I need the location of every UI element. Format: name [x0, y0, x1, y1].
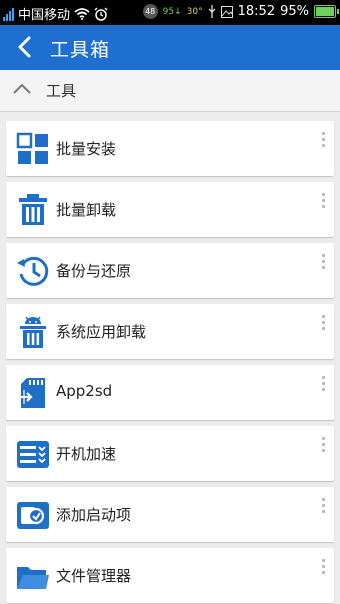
- more-vert-icon[interactable]: [322, 376, 326, 392]
- status-bar: 中国移动 48 95↓ 30° 18:52 95%: [0, 0, 340, 25]
- list-item-file-manager[interactable]: 文件管理器: [6, 548, 334, 603]
- restore-clock-icon: [17, 256, 49, 286]
- list-item-label: 批量卸载: [56, 201, 117, 219]
- usb-icon: [208, 5, 216, 18]
- notification-count-badge: 48: [142, 4, 158, 19]
- clock-time: 18:52: [237, 4, 276, 19]
- carrier-name: 中国移动: [18, 8, 71, 23]
- list-item-label: 批量安装: [56, 140, 117, 158]
- list-item-app2sd[interactable]: App2sd: [6, 365, 334, 420]
- list-item-label: 备份与还原: [56, 262, 132, 280]
- list-item-label: 文件管理器: [56, 567, 132, 585]
- net-speed-text: 95↓: [162, 6, 182, 17]
- list-item-backup-restore[interactable]: 备份与还原: [6, 243, 334, 298]
- trash-icon: [19, 194, 47, 225]
- temperature-text: 30°: [186, 6, 203, 17]
- battery-icon: [314, 5, 339, 18]
- list-item-label: 系统应用卸载: [56, 323, 147, 341]
- back-arrow-icon[interactable]: [13, 35, 37, 59]
- more-vert-icon[interactable]: [322, 498, 326, 514]
- more-vert-icon[interactable]: [322, 254, 326, 270]
- section-label: 工具: [46, 82, 77, 100]
- boost-list-icon: [17, 441, 49, 468]
- more-vert-icon[interactable]: [322, 193, 326, 209]
- android-trash-icon: [20, 316, 46, 348]
- list-item-add-startup[interactable]: 添加启动项: [6, 487, 334, 542]
- page-title: 工具箱: [50, 39, 111, 61]
- image-notification-icon: [220, 5, 233, 18]
- list-item-label: App2sd: [56, 382, 113, 400]
- list-item-system-app-uninstall[interactable]: 系统应用卸载: [6, 304, 334, 359]
- list-item-boot-speedup[interactable]: 开机加速: [6, 426, 334, 481]
- grid-icon: [16, 132, 48, 164]
- list-item-label: 开机加速: [56, 445, 117, 463]
- more-vert-icon[interactable]: [322, 132, 326, 148]
- more-vert-icon[interactable]: [322, 315, 326, 331]
- chevron-up-icon: [13, 83, 31, 94]
- list-item-batch-uninstall[interactable]: 批量卸载: [6, 182, 334, 237]
- app-bar: 工具箱: [0, 25, 340, 70]
- folder-icon: [17, 567, 49, 589]
- wifi-icon: [74, 7, 90, 20]
- section-header-tools[interactable]: 工具: [0, 70, 340, 112]
- battery-percent: 95%: [280, 4, 309, 19]
- signal-icon: [3, 7, 14, 21]
- more-vert-icon[interactable]: [322, 559, 326, 575]
- more-vert-icon[interactable]: [322, 437, 326, 453]
- list-item-batch-install[interactable]: 批量安装: [6, 121, 334, 176]
- startup-image-icon: [17, 502, 49, 529]
- sd-card-icon: [18, 378, 45, 408]
- list-item-label: 添加启动项: [56, 506, 132, 524]
- alarm-clock-icon: [94, 7, 108, 21]
